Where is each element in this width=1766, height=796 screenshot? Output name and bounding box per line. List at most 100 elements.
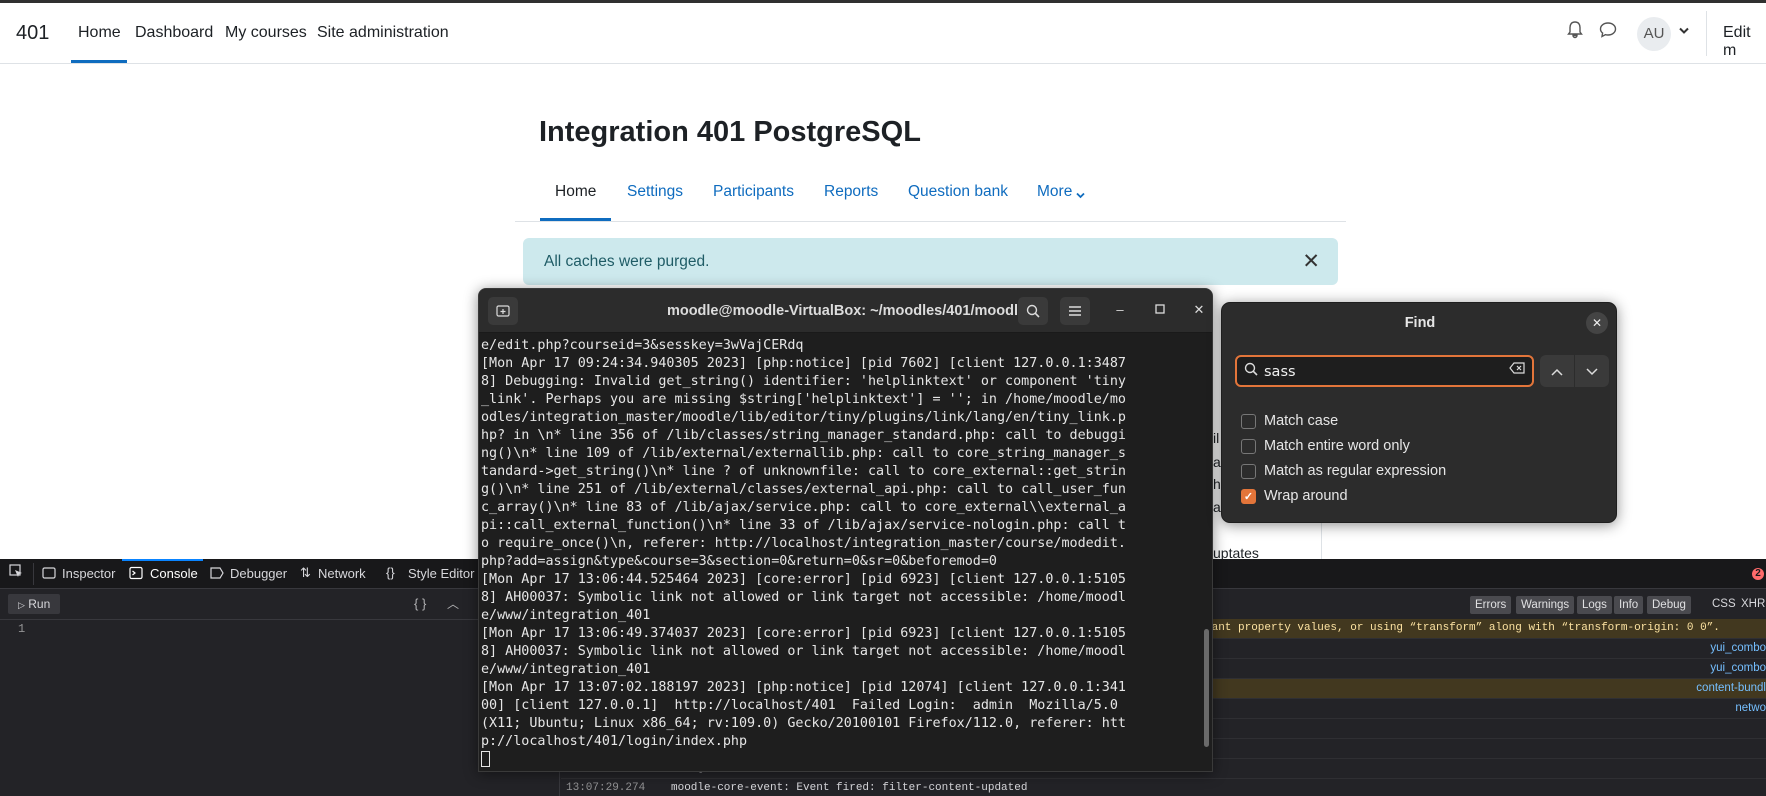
find-dialog[interactable]: Find ✕ Match case Match entire word only M…: [1221, 302, 1617, 523]
filter-logs[interactable]: Logs: [1577, 596, 1612, 614]
close-icon[interactable]: ✕: [1302, 249, 1320, 274]
find-next-button[interactable]: [1575, 355, 1609, 387]
user-avatar[interactable]: AU: [1637, 17, 1671, 51]
terminal-output[interactable]: e/edit.php?courseid=3&sesskey=3wVajCERdq…: [481, 337, 1201, 769]
find-option-label: Match as regular expression: [1264, 463, 1447, 479]
chevron-down-icon[interactable]: [1679, 24, 1689, 38]
terminal-line: e/www/integration_401: [481, 608, 651, 623]
filter-warnings[interactable]: Warnings: [1516, 596, 1575, 614]
filter-xhr[interactable]: XHR: [1741, 598, 1765, 610]
terminal-line: p://localhost/401/login/index.php: [481, 734, 748, 749]
style-editor-icon: {}: [386, 565, 395, 580]
terminal-line: e/www/integration_401: [481, 662, 651, 677]
peek-text: a: [1213, 499, 1221, 515]
edit-mode-label[interactable]: Edit m: [1723, 24, 1766, 60]
terminal-window[interactable]: moodle@moodle-VirtualBox: ~/moodles/401/…: [478, 288, 1213, 772]
find-input-container[interactable]: [1235, 355, 1534, 387]
element-picker-icon[interactable]: [9, 564, 23, 581]
checkbox[interactable]: [1241, 464, 1256, 479]
nav-dashboard[interactable]: Dashboard: [135, 24, 213, 42]
find-previous-button[interactable]: [1540, 355, 1574, 387]
navbar: 401 Home Dashboard My courses Site admin…: [0, 3, 1766, 64]
find-option-label: Wrap around: [1264, 488, 1348, 504]
search-icon[interactable]: [1018, 297, 1048, 325]
more-chevron-icon[interactable]: [1076, 186, 1085, 204]
line-number: 1: [18, 622, 26, 636]
nav-home[interactable]: Home: [78, 24, 121, 42]
terminal-line: 8] Debugging: Invalid get_string() ident…: [481, 374, 1126, 389]
find-search-input[interactable]: [1264, 362, 1494, 382]
alert-message: All caches were purged.: [544, 253, 710, 270]
terminal-line: 8] AH00037: Symbolic link not allowed or…: [481, 590, 1126, 605]
terminal-line: g()\n* line 251 of /lib/external/classes…: [481, 482, 1126, 497]
terminal-scrollbar[interactable]: [1204, 629, 1209, 747]
site-brand[interactable]: 401: [16, 22, 49, 45]
chevron-up-icon[interactable]: ︿: [447, 595, 459, 612]
source-link[interactable]: yui_combo: [1710, 642, 1766, 654]
terminal-title: moodle@moodle-VirtualBox: ~/moodles/401/…: [666, 303, 1027, 319]
nav-my-courses[interactable]: My courses: [225, 24, 307, 42]
tab-network[interactable]: Network: [318, 566, 366, 581]
filter-css[interactable]: CSS: [1712, 598, 1736, 610]
close-icon[interactable]: ✕: [1586, 312, 1608, 334]
filter-errors[interactable]: Errors: [1470, 596, 1512, 614]
terminal-line: [Mon Apr 17 09:24:34.940305 2023] [php:n…: [481, 356, 1126, 371]
console-row[interactable]: 13:07:29.274 moodle-core-event: Event fi…: [561, 779, 1766, 796]
tab-home[interactable]: Home: [555, 183, 596, 201]
run-label: Run: [28, 597, 51, 611]
error-count-badge[interactable]: 2: [1752, 568, 1764, 580]
nav-site-administration[interactable]: Site administration: [317, 24, 449, 42]
terminal-line: odles/integration_master/moodle/lib/edit…: [481, 410, 1126, 425]
terminal-line: [Mon Apr 17 13:06:49.374037 2023] [core:…: [481, 626, 1126, 641]
terminal-titlebar[interactable]: moodle@moodle-VirtualBox: ~/moodles/401/…: [479, 289, 1212, 333]
source-link[interactable]: yui_combo: [1710, 662, 1766, 674]
terminal-line: (X11; Ubuntu; Linux x86_64; rv:109.0) Ge…: [481, 716, 1126, 731]
source-link[interactable]: content-bundl: [1696, 682, 1766, 694]
tab-participants[interactable]: Participants: [713, 183, 794, 201]
peek-text: h: [1213, 476, 1221, 492]
pretty-print-icon[interactable]: { }: [414, 596, 426, 611]
tab-more[interactable]: More: [1037, 183, 1072, 201]
screen: 401 Home Dashboard My courses Site admin…: [0, 0, 1766, 796]
checkbox[interactable]: [1241, 439, 1256, 454]
tab-inspector[interactable]: Inspector: [62, 566, 115, 581]
run-button[interactable]: ▷ Run: [8, 594, 60, 614]
bell-icon[interactable]: [1567, 21, 1583, 44]
warning-message: vant property values, or using “transfor…: [1205, 622, 1720, 634]
checkbox[interactable]: ✓: [1241, 489, 1256, 504]
devtools-active-tab-indicator: [122, 559, 203, 561]
checkbox[interactable]: [1241, 414, 1256, 429]
tab-console[interactable]: Console: [150, 566, 198, 581]
terminal-line: hp? in \n* line 356 of /lib/classes/stri…: [481, 428, 1126, 443]
close-icon[interactable]: ✕: [1189, 302, 1209, 318]
play-icon: ▷: [18, 600, 25, 610]
messages-icon[interactable]: [1599, 21, 1617, 44]
terminal-line: [Mon Apr 17 13:06:44.525464 2023] [core:…: [481, 572, 1126, 587]
terminal-line: 8] AH00037: Symbolic link not allowed or…: [481, 644, 1126, 659]
tab-settings[interactable]: Settings: [627, 183, 683, 201]
tab-question-bank[interactable]: Question bank: [908, 183, 1008, 201]
cache-purged-alert: All caches were purged. ✕: [523, 238, 1338, 285]
tab-style-editor[interactable]: Style Editor: [408, 566, 474, 581]
find-option-label: Match entire word only: [1264, 438, 1410, 454]
terminal-line: pi::call_external_function()\n* line 33 …: [481, 518, 1126, 533]
tab-reports[interactable]: Reports: [824, 183, 878, 201]
maximize-icon[interactable]: [1150, 302, 1170, 317]
minimize-icon[interactable]: –: [1110, 302, 1130, 317]
page-title: Integration 401 PostgreSQL: [539, 116, 921, 148]
find-option-label: Match case: [1264, 413, 1339, 429]
terminal-line: php?add=assign&type&course=3&section=0&r…: [481, 554, 997, 569]
console-icon: [129, 566, 143, 583]
terminal-line: ng()\n* line 109 of /lib/external/extern…: [481, 446, 1126, 461]
terminal-prompt-line[interactable]: [481, 751, 1201, 769]
clear-text-icon[interactable]: [1509, 361, 1525, 377]
console-editor[interactable]: ▷ Run { } ︿ 1: [0, 589, 560, 796]
terminal-line: 00] [client 127.0.0.1] http://localhost/…: [481, 698, 1126, 713]
editor-toolbar-divider: [0, 619, 560, 620]
filter-info[interactable]: Info: [1614, 596, 1644, 614]
hamburger-menu-icon[interactable]: [1060, 297, 1090, 325]
tab-debugger[interactable]: Debugger: [230, 566, 287, 581]
filter-debug[interactable]: Debug: [1647, 596, 1691, 614]
nav-active-indicator: [71, 60, 127, 63]
source-link[interactable]: netwo: [1735, 702, 1766, 714]
